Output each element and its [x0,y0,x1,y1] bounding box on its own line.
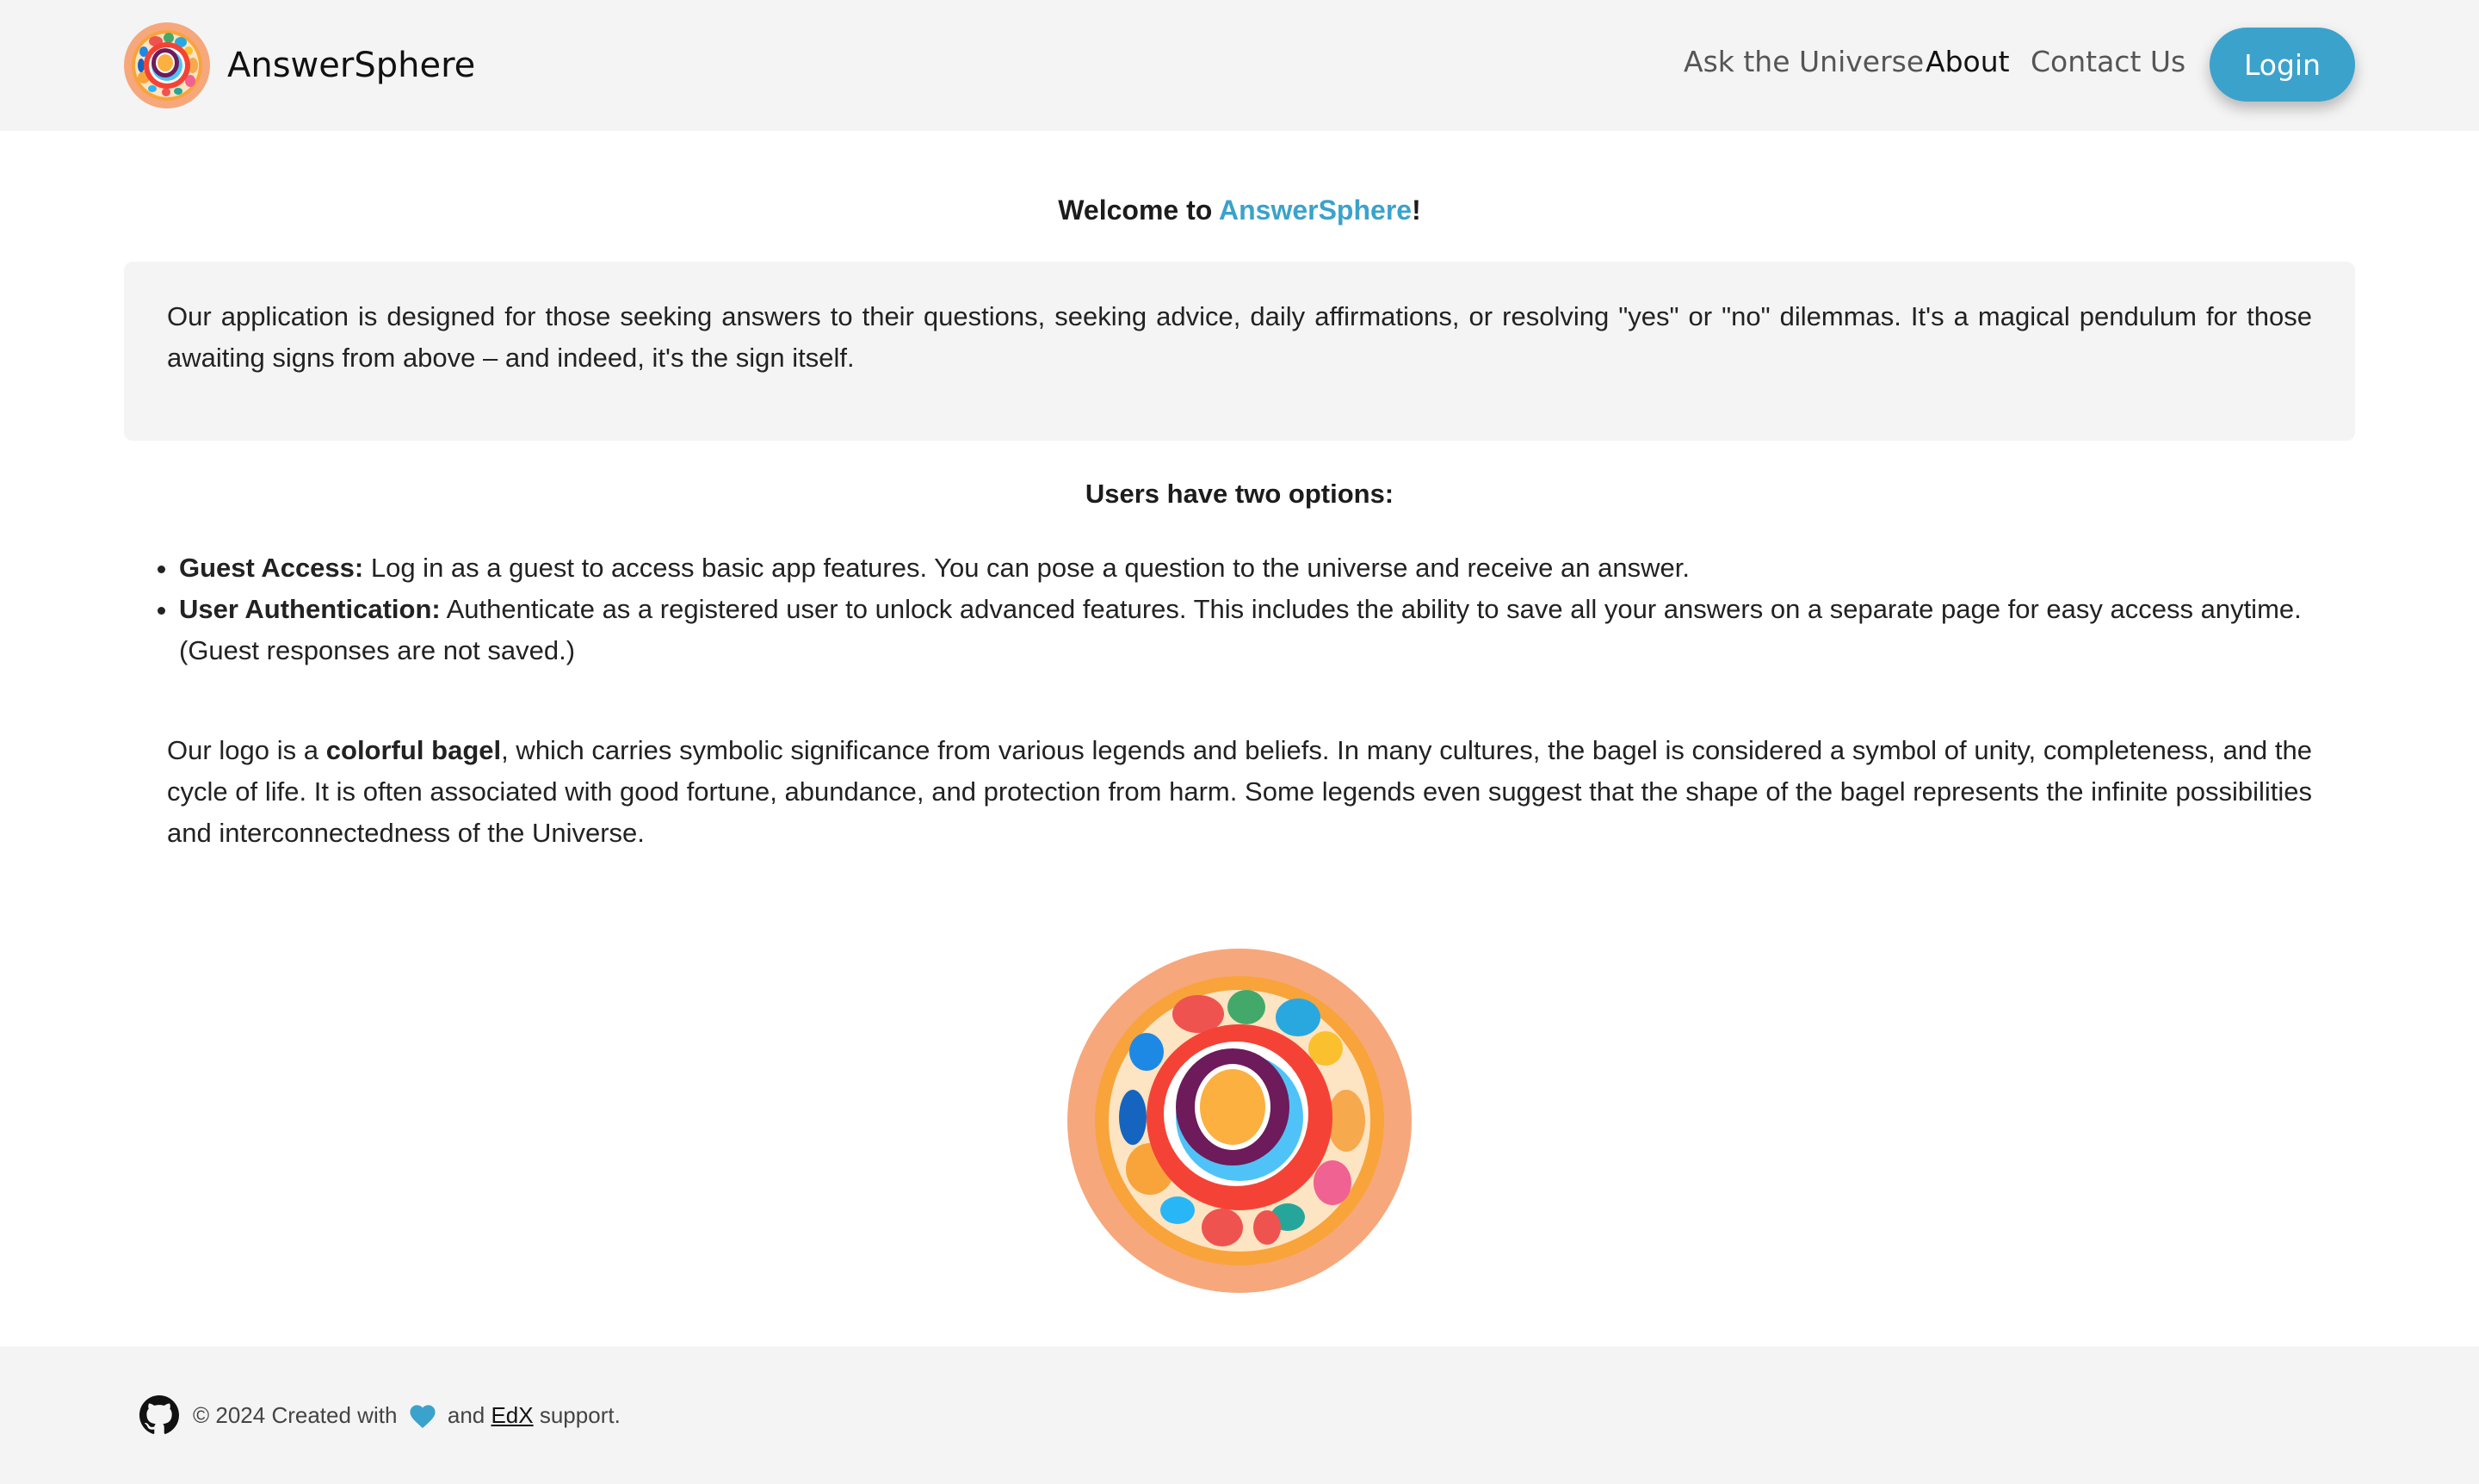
nav-about[interactable]: About [1926,45,2010,78]
brand-name: AnswerSphere [227,46,476,85]
option-text: Log in as a guest to access basic app fe… [363,553,1690,583]
login-button[interactable]: Login [2210,28,2355,102]
logo-text-bold: colorful bagel [325,735,502,765]
and-text: and [441,1401,491,1428]
options-title: Users have two options: [1085,479,1394,509]
nav-ask-the-universe[interactable]: Ask the Universe [1684,45,1924,78]
nav-contact-us[interactable]: Contact Us [2031,45,2185,78]
site-footer: © 2024 Created with and EdX support. [0,1346,2479,1484]
logo-text-prefix: Our logo is a [167,735,326,765]
option-title: Guest Access: [179,553,364,583]
brand[interactable]: AnswerSphere [124,22,475,108]
heart-icon [410,1405,436,1429]
logo-description: Our logo is a colorful bagel, which carr… [167,730,2312,854]
footer-credits: © 2024 Created with and EdX support. [139,1394,621,1436]
edx-link[interactable]: EdX [491,1402,533,1429]
option-guest-access: Guest Access: Log in as a guest to acces… [179,547,2383,589]
bagel-logo-icon [124,22,210,108]
welcome-brand: AnswerSphere [1218,195,1413,226]
github-icon[interactable] [139,1395,179,1435]
welcome-suffix: ! [1412,195,1421,226]
copyright-text: © 2024 Created with [193,1401,404,1428]
option-user-authentication: User Authentication: Authenticate as a r… [179,589,2383,671]
option-title: User Authentication: [179,594,441,624]
support-text: support. [533,1401,621,1428]
bagel-logo-icon [1067,949,1412,1293]
intro-text: Our application is designed for those se… [167,301,2312,373]
site-header: AnswerSphere Ask the Universe About Cont… [0,0,2479,131]
intro-box: Our application is designed for those se… [124,262,2355,441]
page-title: Welcome to AnswerSphere! [0,195,2479,226]
option-text: Authenticate as a registered user to unl… [179,594,2302,665]
options-list: Guest Access: Log in as a guest to acces… [155,547,2383,671]
welcome-prefix: Welcome to [1058,195,1219,226]
